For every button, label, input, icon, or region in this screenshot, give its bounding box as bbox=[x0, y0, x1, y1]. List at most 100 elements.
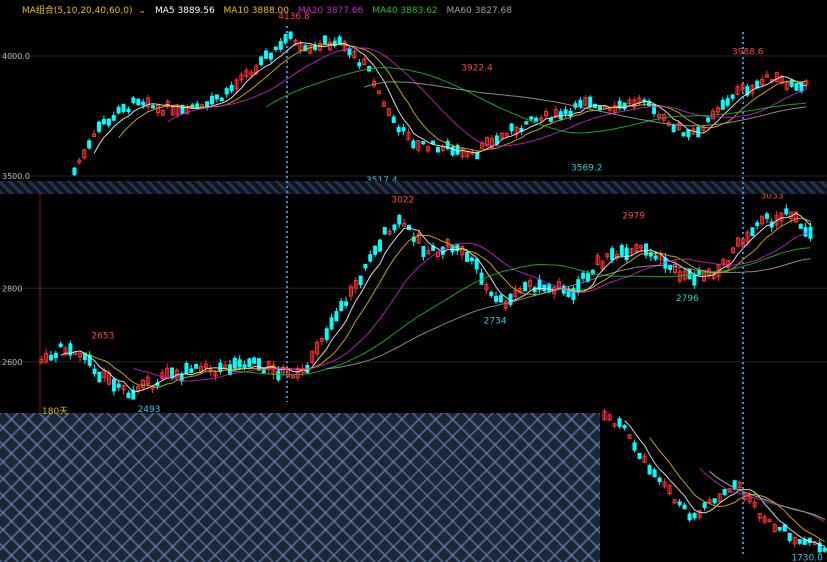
candle-body bbox=[126, 392, 131, 399]
ma10-value: MA10 3888.00 bbox=[223, 6, 289, 16]
candle-body bbox=[169, 367, 174, 378]
candle-body bbox=[657, 477, 662, 483]
candle-body bbox=[259, 56, 264, 66]
candle-body bbox=[49, 354, 54, 361]
candle-body bbox=[288, 31, 293, 39]
y-tick-label: 3500.0 bbox=[2, 172, 30, 181]
candle-body bbox=[401, 127, 406, 132]
candle-body bbox=[339, 301, 344, 312]
candle-body bbox=[576, 279, 581, 292]
candle-body bbox=[322, 35, 327, 45]
ma60-value: MA60 3827.68 bbox=[446, 6, 512, 16]
candle-body bbox=[692, 513, 697, 519]
candle-body bbox=[101, 119, 106, 125]
candle-body bbox=[652, 469, 657, 478]
candle-body bbox=[563, 109, 568, 115]
candle-body bbox=[373, 245, 378, 255]
candle-body bbox=[382, 227, 387, 235]
low-price-label: 2734 bbox=[484, 317, 507, 327]
candle-body bbox=[53, 352, 58, 359]
candle-body bbox=[151, 105, 156, 109]
candle-body bbox=[652, 104, 657, 114]
candle-body bbox=[391, 116, 396, 123]
candle-body bbox=[368, 254, 373, 262]
candle-body bbox=[755, 80, 760, 89]
candle-body bbox=[725, 98, 730, 106]
candle-body bbox=[273, 46, 278, 50]
candle-body bbox=[475, 152, 480, 160]
upper-chart-panel: 4000.0 3500.0 4136.8 3922.4 3988.6 3517.4 3569… bbox=[0, 0, 827, 181]
candle-body bbox=[474, 258, 479, 270]
candle-body bbox=[784, 208, 789, 215]
candle-body bbox=[622, 424, 627, 429]
candle-body bbox=[131, 97, 136, 103]
candle-body bbox=[283, 34, 288, 44]
candle-body bbox=[358, 275, 363, 286]
candle-body bbox=[534, 117, 539, 122]
candle-body bbox=[692, 273, 697, 286]
high-price-label: 2979 bbox=[622, 211, 645, 221]
candle-body bbox=[671, 124, 676, 132]
candle-body bbox=[396, 126, 401, 133]
candle-body bbox=[411, 140, 416, 149]
candle-body bbox=[72, 167, 77, 175]
candle-body bbox=[722, 489, 727, 495]
candle-body bbox=[632, 442, 637, 451]
y-tick-label: 2800 bbox=[2, 284, 22, 293]
candle-body bbox=[97, 371, 102, 383]
low-price-label: 2796 bbox=[676, 294, 699, 304]
candle-body bbox=[184, 362, 189, 374]
candle-body bbox=[224, 88, 229, 95]
ma-line bbox=[326, 258, 811, 370]
candle-body bbox=[730, 94, 735, 99]
candle-body bbox=[682, 504, 687, 510]
ma-line bbox=[167, 47, 807, 147]
upper-candlestick-chart: 4000.03500.04136.83922.43988.63517.43569… bbox=[0, 12, 827, 181]
candle-body bbox=[252, 357, 257, 364]
high-price-label: 2653 bbox=[91, 331, 114, 341]
candle-body bbox=[232, 357, 237, 369]
candle-body bbox=[329, 317, 334, 330]
candle-body bbox=[278, 41, 283, 50]
candle-body bbox=[588, 96, 593, 108]
candle-body bbox=[578, 99, 583, 108]
ma-group-dropdown-icon[interactable]: ⌄ bbox=[139, 6, 147, 16]
candle-body bbox=[421, 245, 426, 258]
candle-body bbox=[681, 132, 686, 137]
chart-root: { "legend": { "group": "MA组合(5,10,20,40,… bbox=[0, 0, 827, 562]
candle-body bbox=[126, 108, 131, 113]
candle-body bbox=[677, 501, 682, 506]
candle-body bbox=[489, 291, 494, 296]
candle-body bbox=[547, 283, 552, 293]
ma-group-label[interactable]: MA组合(5,10,20,40,60,0) bbox=[22, 6, 133, 16]
candle-body bbox=[808, 226, 813, 239]
ma20-value: MA20 3877.66 bbox=[297, 6, 364, 16]
candle-body bbox=[619, 245, 624, 256]
candle-body bbox=[111, 115, 116, 121]
candle-body bbox=[686, 129, 691, 138]
candle-body bbox=[116, 383, 121, 388]
candle-body bbox=[797, 539, 802, 544]
low-price-label: 3569.2 bbox=[571, 163, 603, 173]
candle-body bbox=[617, 418, 622, 427]
candle-body bbox=[647, 465, 652, 475]
candle-body bbox=[755, 222, 760, 227]
candle-body bbox=[787, 532, 792, 541]
candle-body bbox=[469, 257, 474, 262]
candle-body bbox=[194, 364, 199, 369]
candle-body bbox=[435, 147, 440, 153]
candle-body bbox=[87, 140, 92, 149]
candle-body bbox=[430, 140, 436, 145]
candle-body bbox=[276, 370, 281, 381]
high-price-label: 3022 bbox=[391, 196, 414, 206]
y-tick-label: 2600 bbox=[2, 358, 22, 367]
ma40-value: MA40 3883.62 bbox=[372, 6, 438, 16]
hatched-background bbox=[0, 413, 600, 562]
candle-body bbox=[529, 116, 534, 120]
candle-body bbox=[764, 213, 769, 219]
candle-body bbox=[247, 358, 252, 368]
candle-body bbox=[219, 97, 224, 102]
candle-body bbox=[637, 452, 642, 459]
candle-body bbox=[465, 251, 470, 262]
candle-body bbox=[610, 248, 615, 261]
